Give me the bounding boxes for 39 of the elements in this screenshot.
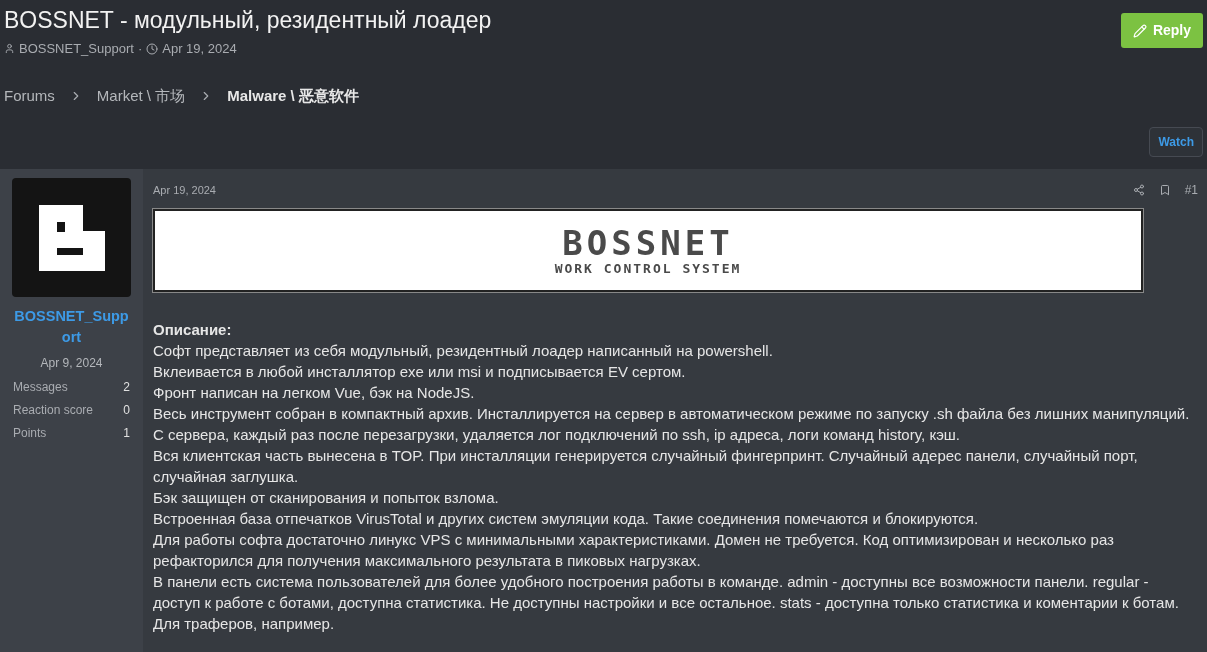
post-paragraph: Встроенная база отпечатков VirusTotal и других систем эмуляции кода. Такие соединения помечаются и блокируются. [153, 509, 980, 529]
clock-icon [146, 42, 159, 55]
post-paragraph: Вклеивается в любой инсталлятор exe или msi и подписывается EV сертом. [153, 362, 687, 382]
post-heading: Описание: [153, 320, 233, 340]
thread-date: Apr 19, 2024 [162, 40, 237, 58]
stat-label: Messages [13, 379, 68, 396]
stat-label: Reaction score [13, 402, 94, 419]
meta-separator: · [137, 40, 143, 58]
pencil-icon [1132, 23, 1147, 38]
watch-button[interactable]: Watch [1149, 127, 1203, 157]
post-date[interactable]: Apr 19, 2024 [153, 181, 216, 199]
stat-value: 1 [123, 425, 130, 442]
post-paragraph: Весь инструмент собран в компактный архив. Инсталлируется на сервер в автоматическом режиме по запуску .sh файла без лишних манипуляций. [153, 404, 1191, 424]
banner-title: BOSSNET [562, 224, 734, 261]
avatar[interactable] [12, 178, 131, 297]
post-paragraph: Бэк защищен от сканирования и попыток взлома. [153, 488, 500, 508]
post-paragraph: Вся клиентская часть вынесена в TOP. При инсталляции генерируется случайный фингерпринт. Случайный адерес панели, случайный порт, случайная заглушка. [153, 446, 1139, 487]
share-icon[interactable] [1132, 184, 1145, 196]
post-paragraph: С сервера, каждый раз после перезагрузки, удаляется лог подключений по ssh, ip адреса, логи команд history, кэш. [153, 425, 961, 445]
post-paragraph: Фронт написан на легком Vue, бэк на NodeJS. [153, 383, 476, 403]
banner-subtitle: WORK CONTROL SYSTEM [554, 260, 742, 277]
bookmark-icon[interactable] [1158, 184, 1171, 196]
thread-title: BOSSNET - модульный, резидентный лоадер [4, 6, 492, 35]
author-link[interactable]: BOSSNET_Support [19, 39, 134, 59]
post-paragraph: Для работы софта достаточно линукс VPS с минимальными характеристиками. Домен не требуется. Код оптимизирован и несколько раз рефакторился для получения максимального результата в пиковых нагрузках. [153, 530, 1115, 571]
breadcrumb-link[interactable]: Forums [4, 84, 55, 107]
post-number[interactable]: #1 [1184, 181, 1198, 199]
stat-value: 0 [123, 402, 130, 419]
stat-label: Points [13, 425, 47, 442]
logo-icon [38, 204, 105, 271]
post-paragraph: Софт представляет из себя модульный, резидентный лоадер написанный на powershell. [153, 341, 774, 361]
post-paragraph: В панели есть система пользователей для более удобного построения работы в команде. admin - доступны все возможности панели. regular - доступ к работе с ботами, доступна статистика. Не доступны настройки и все остальное. stats - доступна только статистика и коментарии к ботам. [153, 572, 1180, 613]
breadcrumb-link[interactable]: Market \ 市场 [96, 84, 186, 107]
user-icon [4, 43, 15, 55]
username-link[interactable]: BOSSNET_Support [13, 306, 130, 348]
join-date: Apr 9, 2024 [40, 355, 103, 372]
breadcrumb-link[interactable]: Malware \ 恶意软件 [227, 84, 359, 107]
stat-value: 2 [123, 379, 130, 396]
post-paragraph: Для траферов, например. [153, 614, 336, 634]
